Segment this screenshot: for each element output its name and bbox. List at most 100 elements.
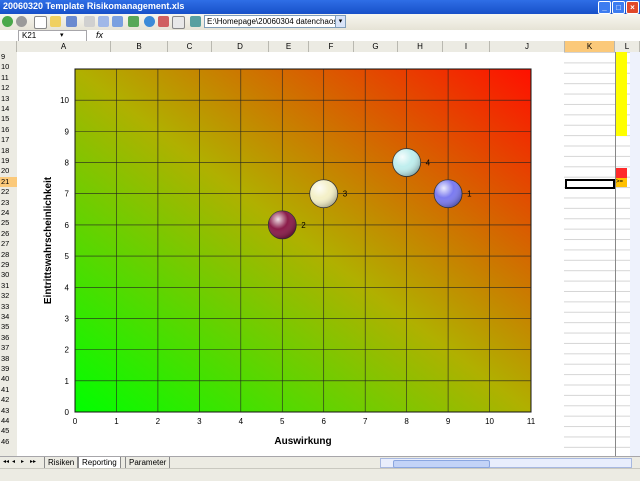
column-header-d[interactable]: D — [212, 41, 269, 52]
data-point-shine — [434, 179, 463, 208]
vertical-scrollbar[interactable] — [630, 52, 640, 456]
find-icon[interactable] — [158, 16, 169, 27]
name-box-dropdown[interactable]: ▾ — [60, 31, 64, 39]
row-header-30[interactable]: 30 — [0, 270, 17, 280]
column-header-c[interactable]: C — [168, 41, 212, 52]
row-header-31[interactable]: 31 — [0, 281, 17, 291]
column-header-b[interactable]: B — [111, 41, 168, 52]
zoom-icon[interactable] — [172, 16, 185, 29]
chart-area[interactable]: 0 1 2 3 4 5 6 7 8 9 10 11 0 1 2 3 4 5 6 7 8 9 10 1 2 3 4 Auswirku… — [17, 52, 564, 456]
back-icon[interactable] — [2, 16, 13, 27]
address-dropdown[interactable]: ▾ — [335, 15, 346, 28]
orange-cell[interactable]: >= — [616, 178, 627, 187]
y-tick-label: 5 — [65, 252, 70, 261]
row-header-28[interactable]: 28 — [0, 250, 17, 260]
row-header-23[interactable]: 23 — [0, 198, 17, 208]
row-header-29[interactable]: 29 — [0, 260, 17, 270]
row-header-18[interactable]: 18 — [0, 146, 17, 156]
y-tick-label: 1 — [65, 377, 70, 386]
sheet-nav-1-icon[interactable]: ◂◂ — [3, 458, 9, 465]
x-tick-label: 8 — [404, 417, 409, 426]
row-header-34[interactable]: 34 — [0, 312, 17, 322]
row-header-11[interactable]: 11 — [0, 73, 17, 83]
row-header-35[interactable]: 35 — [0, 322, 17, 332]
row-header-40[interactable]: 40 — [0, 374, 17, 384]
row-header-12[interactable]: 12 — [0, 83, 17, 93]
row-header-17[interactable]: 17 — [0, 135, 17, 145]
y-tick-label: 2 — [65, 346, 70, 355]
row-header-36[interactable]: 36 — [0, 333, 17, 343]
row-header-38[interactable]: 38 — [0, 354, 17, 364]
row-header-19[interactable]: 19 — [0, 156, 17, 166]
column-header-a[interactable]: A — [17, 41, 111, 52]
row-header-25[interactable]: 25 — [0, 218, 17, 228]
data-label-2: 2 — [301, 221, 306, 230]
x-tick-label: 0 — [73, 417, 78, 426]
column-header-f[interactable]: F — [309, 41, 354, 52]
x-tick-label: 5 — [280, 417, 285, 426]
link-icon[interactable] — [190, 16, 201, 27]
horizontal-scrollbar[interactable] — [380, 458, 632, 468]
column-header-g[interactable]: G — [354, 41, 398, 52]
row-header-13[interactable]: 13 — [0, 94, 17, 104]
row-header-27[interactable]: 27 — [0, 239, 17, 249]
sheet-nav-3-icon[interactable]: ▸ — [21, 458, 24, 465]
row-header-39[interactable]: 39 — [0, 364, 17, 374]
new-icon[interactable] — [34, 16, 47, 29]
data-point-shine — [392, 148, 421, 177]
risk-matrix-chart[interactable]: 0 1 2 3 4 5 6 7 8 9 10 11 0 1 2 3 4 5 6 7 8 9 10 1 2 3 4 Auswirku… — [17, 52, 564, 456]
row-header-32[interactable]: 32 — [0, 291, 17, 301]
copy-icon[interactable] — [98, 16, 109, 27]
paste-icon[interactable] — [112, 16, 123, 27]
maximize-button[interactable]: □ — [612, 1, 625, 14]
row-header-24[interactable]: 24 — [0, 208, 17, 218]
print-icon[interactable] — [84, 16, 95, 27]
row-header-46[interactable]: 46 — [0, 437, 17, 447]
row-header-22[interactable]: 22 — [0, 187, 17, 197]
x-tick-label: 7 — [363, 417, 368, 426]
column-header-l[interactable]: L — [615, 41, 640, 52]
column-header-h[interactable]: H — [398, 41, 443, 52]
row-header-9[interactable]: 9 — [0, 52, 17, 62]
y-tick-label: 7 — [65, 190, 70, 199]
row-header-16[interactable]: 16 — [0, 125, 17, 135]
row-header-41[interactable]: 41 — [0, 385, 17, 395]
open-icon[interactable] — [50, 16, 61, 27]
row-header-21[interactable]: 21 — [0, 176, 17, 187]
row-header-44[interactable]: 44 — [0, 416, 17, 426]
selected-cell[interactable] — [565, 179, 615, 189]
row-header-15[interactable]: 15 — [0, 114, 17, 124]
y-tick-label: 10 — [60, 96, 69, 105]
row-header-43[interactable]: 43 — [0, 406, 17, 416]
row-header-45[interactable]: 45 — [0, 426, 17, 436]
select-all-corner[interactable] — [0, 41, 17, 52]
row-header-42[interactable]: 42 — [0, 395, 17, 405]
y-tick-label: 0 — [65, 408, 70, 417]
row-header-20[interactable]: 20 — [0, 166, 17, 176]
minimize-button[interactable]: _ — [598, 1, 611, 14]
fx-icon[interactable]: fx — [96, 30, 103, 40]
forward-icon[interactable] — [16, 16, 27, 27]
close-button[interactable]: × — [626, 1, 639, 14]
column-header-j[interactable]: J — [490, 41, 565, 52]
row-header-26[interactable]: 26 — [0, 229, 17, 239]
red-cell[interactable] — [616, 168, 627, 178]
scroll-thumb[interactable] — [393, 460, 490, 468]
address-input[interactable]: E:\Homepage\20060304 datenchaos\do — [204, 15, 338, 28]
globe-icon[interactable] — [144, 16, 155, 27]
column-header-k[interactable]: K — [565, 41, 615, 52]
row-header-14[interactable]: 14 — [0, 104, 17, 114]
row-header-10[interactable]: 10 — [0, 62, 17, 72]
sheet-nav-4-icon[interactable]: ▸▸ — [30, 458, 36, 465]
row-header-37[interactable]: 37 — [0, 343, 17, 353]
x-tick-label: 4 — [239, 417, 244, 426]
row-header-33[interactable]: 33 — [0, 302, 17, 312]
yellow-cell[interactable] — [616, 52, 627, 136]
y-tick-label: 3 — [65, 314, 70, 323]
column-header-e[interactable]: E — [269, 41, 309, 52]
save-icon[interactable] — [66, 16, 77, 27]
column-header-i[interactable]: I — [443, 41, 490, 52]
data-label-1: 1 — [467, 190, 472, 199]
sheet-icon[interactable] — [128, 16, 139, 27]
sheet-nav-2-icon[interactable]: ◂ — [12, 458, 15, 465]
